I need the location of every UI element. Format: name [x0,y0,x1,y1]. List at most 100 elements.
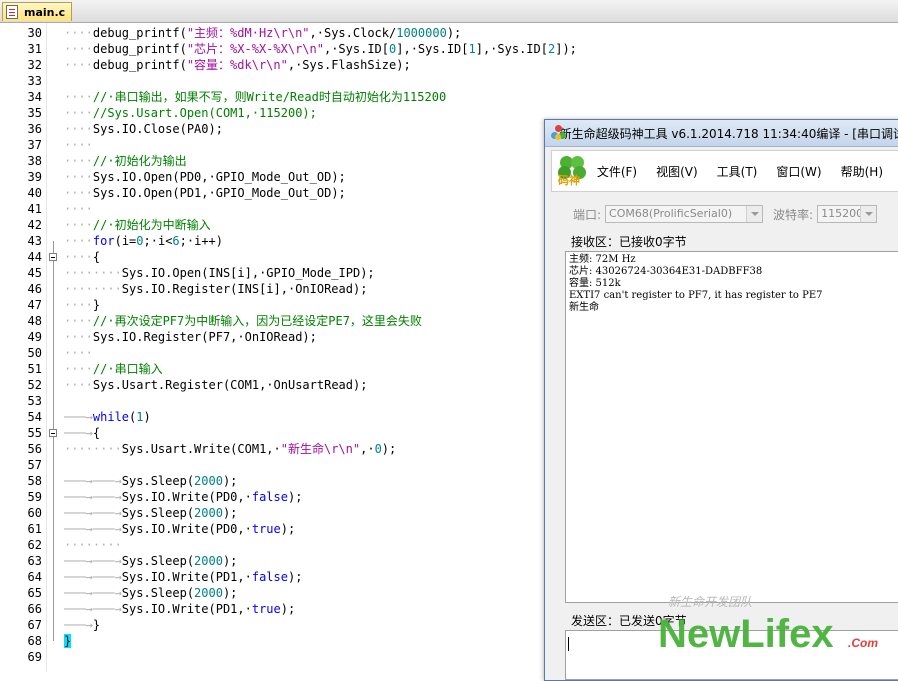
line-number: 41 [27,202,42,216]
code-token: } [92,298,101,312]
line-number: 51 [27,362,42,376]
code-string: "新生命\r\n" [280,442,361,456]
whitespace-marker: ───→───→ [64,586,122,600]
code-token: ); [381,442,397,456]
code-number: 1 [468,42,476,56]
code-token: Sys.IO.Write(PD1,· [121,602,252,616]
fold-toggle-icon[interactable] [49,429,57,437]
code-token: ],·Sys.ID[ [396,42,469,56]
menu-file[interactable]: 文件(F) [597,163,637,180]
code-text: ········ [64,537,122,553]
code-text: ───→───→Sys.IO.Write(PD1,·true); [64,601,295,617]
code-token: ); [222,586,238,600]
whitespace-marker: ···· [64,58,93,72]
code-text: ···· [64,137,93,153]
chevron-down-icon [746,206,763,222]
whitespace-marker: ···· [64,106,93,120]
line-number: 59 [27,490,42,504]
code-token: ],·Sys.ID[ [475,42,548,56]
whitespace-marker: ───→───→ [64,506,122,520]
recv-line: 主频: 72M Hz [569,254,636,265]
code-text: ····//·串口输入 [64,361,163,377]
code-token: ;·i< [143,234,173,248]
code-token: Sys.Sleep( [121,554,195,568]
menu-window[interactable]: 窗口(W) [776,163,821,180]
tab-label: main.c [24,5,66,19]
menu-help[interactable]: 帮助(H) [841,163,883,180]
line-number: 58 [27,474,42,488]
line-number: 36 [27,122,42,136]
code-text: ····for(i=0;·i<6;·i++) [64,233,223,249]
receive-area-label: 接收区：已接收0字节 [571,235,687,249]
code-text: ····Sys.IO.Open(PD0,·GPIO_Mode_Out_OD); [64,169,346,185]
line-number: 40 [27,186,42,200]
tool-title-bar[interactable]: 新生命超级码神工具 v6.1.2014.718 11:34:40编译 - [串口… [545,120,898,147]
menu-view[interactable]: 视图(V) [656,163,698,180]
code-line: 33 [0,73,898,89]
line-number: 30 [27,26,42,40]
recv-line: 容量: 512k [569,278,621,289]
menu-tools[interactable]: 工具(T) [717,163,758,180]
line-number: 64 [27,570,42,584]
line-number: 67 [27,618,42,632]
logo-text: 码神 [558,174,580,187]
whitespace-marker: ───→───→ [64,490,122,504]
code-text: ····debug_printf("容量：%dk\r\n",·Sys.Flash… [64,57,411,73]
code-text: } [64,633,72,649]
whitespace-marker: ···· [64,218,93,232]
tab-main-c[interactable]: main.c [2,2,72,21]
port-select[interactable]: COM68(ProlificSerial0) [605,205,764,223]
line-number: 43 [27,234,42,248]
code-comment: //·初始化为输出 [92,154,187,168]
code-text: ───→───→Sys.IO.Write(PD0,·false); [64,489,302,505]
code-number: 1 [136,410,144,424]
line-number: 34 [27,90,42,104]
line-number: 60 [27,506,42,520]
line-number: 57 [27,458,42,472]
whitespace-marker: ···· [64,202,93,216]
whitespace-marker: ───→───→ [64,570,122,584]
code-token: Sys.IO.Open(INS[i],·GPIO_Mode_IPD); [121,266,375,280]
code-text: ····Sys.Usart.Register(COM1,·OnUsartRead… [64,377,367,393]
code-token: debug_printf( [92,58,187,72]
whitespace-marker: ───→───→ [64,554,122,568]
baud-select[interactable]: 115200 [817,205,878,223]
code-number: 2000 [194,586,223,600]
line-number: 53 [27,394,42,408]
code-token: ); [222,506,238,520]
code-keyword: for [92,234,115,248]
receive-textarea[interactable]: 主频: 72M Hz 芯片: 43026724-30364E31-DADBFF3… [565,251,898,603]
watermark-team: 新生命开发团队 [668,595,753,609]
code-text: ····Sys.IO.Close(PA0); [64,121,223,137]
whitespace-marker: ···· [64,378,93,392]
code-text: ····} [64,297,100,313]
port-value: COM68(ProlificSerial0) [609,207,733,220]
whitespace-marker: ───→ [64,410,93,424]
watermark-suffix: .Com [848,636,878,650]
code-line: 30 ····debug_printf("主频：%dM·Hz\r\n",·Sys.… [0,25,898,41]
code-text: ····debug_printf("芯片：%X-%X-%X\r\n",·Sys.… [64,41,577,57]
code-token: ,·Sys.Clock/ [309,26,397,40]
c-file-icon [6,5,18,19]
whitespace-marker: ········ [64,266,122,280]
code-comment: //·串口输出，如果不写，则Write/Read时自动初始化为115200 [92,90,447,104]
whitespace-marker: ───→───→ [64,602,122,616]
whitespace-marker: ···· [64,26,93,40]
chevron-down-icon [860,206,877,222]
code-token: (i= [114,234,137,248]
code-number: 0 [374,442,382,456]
line-number: 61 [27,522,42,536]
code-token: } [92,618,101,632]
code-text: ····//·再次设定PF7为中断输入，因为已经设定PE7，这里会失败 [64,313,422,329]
whitespace-marker: ········ [64,282,122,296]
whitespace-marker: ········ [64,442,122,456]
line-number: 32 [27,58,42,72]
port-label: 端口: [573,207,602,222]
code-token: ]); [555,42,577,56]
code-keyword: false [251,490,288,504]
code-token: debug_printf( [92,26,187,40]
tool-menu-bar: 码神 文件(F) 视图(V) 工具(T) 窗口(W) 帮助(H) [551,150,898,192]
code-keyword: false [251,570,288,584]
fold-toggle-icon[interactable] [49,253,57,261]
code-comment: //·串口输入 [92,362,163,376]
